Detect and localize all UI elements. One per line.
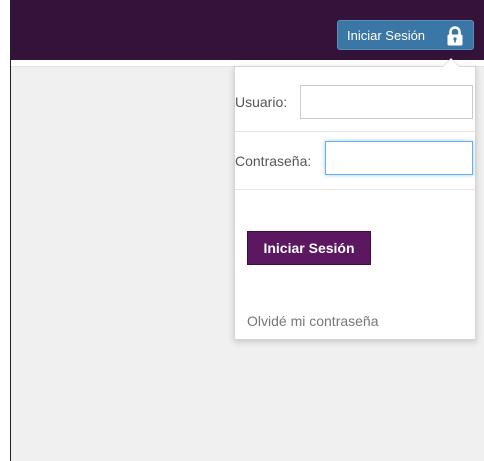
username-input[interactable] (300, 85, 473, 119)
dropdown-arrow (443, 59, 459, 67)
username-row: Usuario: (235, 67, 475, 132)
login-toggle-button[interactable]: Iniciar Sesión (337, 20, 474, 50)
login-dropdown: Usuario: Contraseña: Iniciar Sesión Olvi… (234, 58, 476, 340)
top-navbar: Iniciar Sesión (11, 0, 484, 60)
app-frame: Iniciar Sesión Usuario: Contraseña: Inic… (10, 0, 484, 461)
login-submit-button[interactable]: Iniciar Sesión (247, 231, 371, 265)
username-label: Usuario: (235, 94, 288, 110)
password-input[interactable] (325, 141, 473, 175)
password-row: Contraseña: (235, 131, 475, 190)
forgot-password-link[interactable]: Olvidé mi contraseña (247, 313, 379, 329)
password-label: Contraseña: (235, 153, 312, 169)
login-toggle-label: Iniciar Sesión (347, 27, 426, 43)
lock-icon (447, 26, 463, 46)
